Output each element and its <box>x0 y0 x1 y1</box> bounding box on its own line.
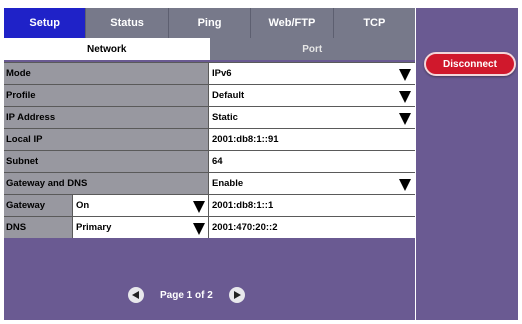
subtab-network[interactable]: Network <box>4 38 210 60</box>
tab-ping[interactable]: Ping <box>168 8 252 38</box>
dns-field[interactable]: 2001:470:20::2 <box>208 217 415 238</box>
tab-web-ftp[interactable]: Web/FTP <box>251 8 334 38</box>
gateway-dns-label: Gateway and DNS <box>4 173 208 194</box>
tab-setup[interactable]: Setup <box>4 8 87 38</box>
mode-label: Mode <box>4 63 208 84</box>
profile-row: Profile Default <box>4 84 415 106</box>
ip-address-select[interactable]: Static <box>208 107 415 128</box>
gateway-dns-row: Gateway and DNS Enable <box>4 172 415 194</box>
gateway-field[interactable]: 2001:db8:1::1 <box>208 195 415 216</box>
mode-select[interactable]: IPv6 <box>208 63 415 84</box>
local-ip-label: Local IP <box>4 129 208 150</box>
prev-page-icon[interactable] <box>128 287 144 303</box>
settings-form: Mode IPv6 Profile Default IP Address Sta… <box>4 62 415 238</box>
subnet-row: Subnet 64 <box>4 150 415 172</box>
profile-select[interactable]: Default <box>208 85 415 106</box>
ip-address-row: IP Address Static <box>4 106 415 128</box>
dns-label: DNS <box>4 217 72 238</box>
subtab-bar: Network Port <box>4 38 415 60</box>
mode-row: Mode IPv6 <box>4 62 415 84</box>
local-ip-row: Local IP 2001:db8:1::91 <box>4 128 415 150</box>
dns-row: DNS Primary 2001:470:20::2 <box>4 216 415 238</box>
dns-option-select[interactable]: Primary <box>72 217 208 238</box>
subnet-field[interactable]: 64 <box>208 151 415 172</box>
gateway-row: Gateway On 2001:db8:1::1 <box>4 194 415 216</box>
profile-label: Profile <box>4 85 208 106</box>
tab-tcp[interactable]: TCP <box>333 8 416 38</box>
tab-status[interactable]: Status <box>86 8 169 38</box>
device-screen: Setup Status Ping Web/FTP TCP Network Po… <box>0 0 522 324</box>
local-ip-field[interactable]: 2001:db8:1::91 <box>208 129 415 150</box>
ip-address-label: IP Address <box>4 107 208 128</box>
next-page-icon[interactable] <box>228 287 245 303</box>
gateway-dns-select[interactable]: Enable <box>208 173 415 194</box>
disconnect-button[interactable]: Disconnect <box>424 52 516 76</box>
page-indicator: Page 1 of 2 <box>160 289 213 301</box>
gateway-label: Gateway <box>4 195 72 216</box>
subtab-port[interactable]: Port <box>209 38 415 60</box>
tab-bar: Setup Status Ping Web/FTP TCP <box>4 8 416 38</box>
subnet-label: Subnet <box>4 151 208 172</box>
pager: Page 1 of 2 <box>128 286 245 304</box>
gateway-option-select[interactable]: On <box>72 195 208 216</box>
